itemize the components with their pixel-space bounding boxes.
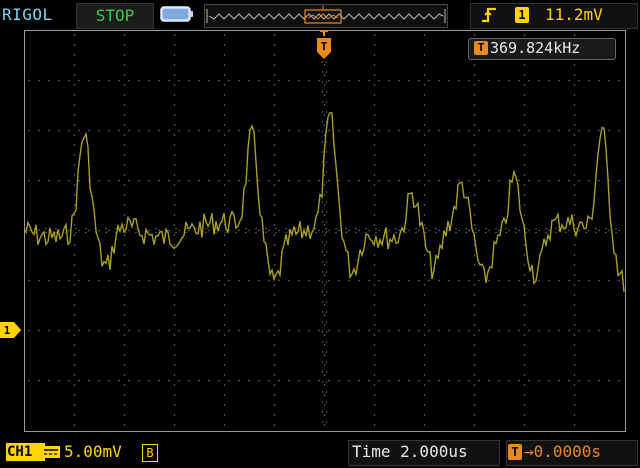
run-stop-status[interactable]: STOP — [76, 3, 154, 29]
timebase-value: Time 2.000us — [352, 442, 468, 461]
trigger-source-badge: 1 — [515, 7, 529, 23]
dc-coupling-icon — [42, 446, 60, 458]
bandwidth-limit-badge: B — [142, 444, 158, 462]
memory-waveform-overview[interactable]: T — [204, 4, 448, 28]
waveform-display[interactable] — [24, 30, 626, 432]
frequency-value: 369.824kHz — [490, 39, 581, 57]
battery-icon — [160, 6, 193, 22]
frequency-trigger-icon: T — [474, 41, 488, 55]
ch1-ground-marker[interactable]: 1 — [0, 322, 22, 338]
offset-trigger-icon: T — [508, 444, 522, 460]
trigger-position-marker[interactable]: T — [316, 30, 332, 60]
ch1-marker-label: 1 — [4, 324, 11, 337]
ch1-vertical-scale[interactable]: 5.00mV — [64, 440, 122, 464]
trigger-level: 11.2mV — [545, 5, 603, 24]
svg-text:T: T — [321, 4, 326, 12]
horizontal-offset-value: →0.0000s — [524, 442, 602, 461]
trigger-position-label: T — [321, 40, 328, 53]
rising-edge-icon — [482, 7, 496, 23]
brand-logo: RIGOL — [2, 5, 53, 24]
ch1-label[interactable]: CH1 — [6, 443, 45, 461]
